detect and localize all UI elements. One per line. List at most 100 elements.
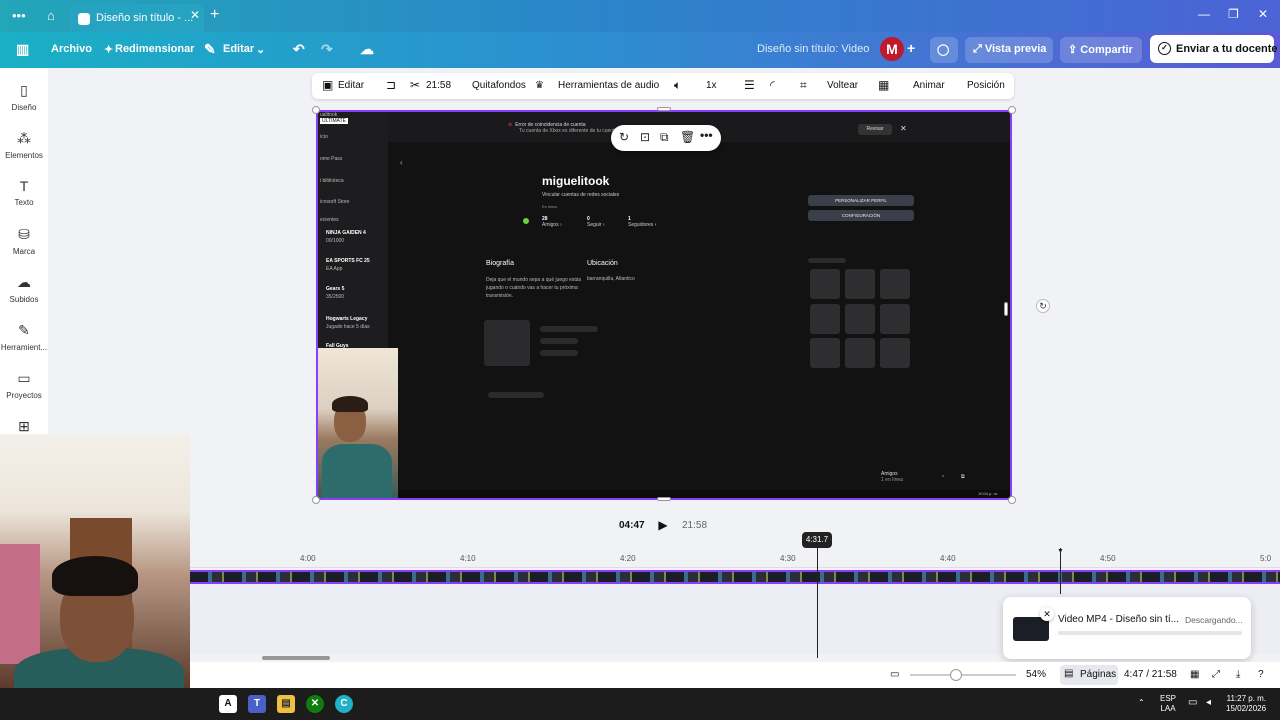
herramientas-audio-button[interactable]: Herramientas de audio — [558, 80, 659, 91]
resize-handle-top[interactable] — [657, 107, 671, 111]
fullscreen-icon[interactable]: ⤢ — [1212, 669, 1220, 680]
window-close-icon[interactable]: ✕ — [1258, 7, 1268, 21]
placeholder-line — [540, 338, 578, 344]
animar-button[interactable]: Animar — [913, 80, 945, 91]
notes-icon[interactable]: ▭ — [890, 669, 899, 680]
timeline-scrollbar[interactable] — [262, 656, 330, 660]
clock-time: 11:27 p. m. — [1226, 694, 1267, 703]
duplicate-icon[interactable]: ⧉ — [660, 130, 669, 145]
resize-handle-bottom[interactable] — [657, 497, 671, 501]
line-weight-icon[interactable]: ☰ — [744, 78, 755, 92]
sidebar-item-label: Subidos — [9, 295, 39, 304]
sidebar-items: ▯ Diseño ⁂ Elementos T Texto ⛁ Marca ☁ S… — [0, 68, 48, 438]
resize-handle-tr[interactable] — [1008, 106, 1016, 114]
download-icon[interactable]: ⤓ — [1236, 669, 1240, 680]
redimensionar-button[interactable]: Redimensionar — [115, 43, 194, 55]
trim-icon[interactable]: ⊐ — [386, 78, 396, 92]
document-title[interactable]: Diseño sin título: Video — [757, 43, 869, 55]
tray-chevron-icon[interactable]: ⌃ — [1138, 698, 1145, 707]
windows-taskbar: A T ▤ ✕ C ⌃ ESP LAA ▭ ◂ 11:27 p. m. 15/0… — [0, 688, 1280, 720]
sidebar-item-texto[interactable]: T Texto — [0, 178, 48, 207]
resize-handle-right[interactable] — [1004, 302, 1008, 316]
resize-handle-tl[interactable] — [312, 106, 320, 114]
sidebar-item-proyectos[interactable]: ▭ Proyectos — [0, 370, 48, 400]
sidebar-item-herramientas[interactable]: ✎ Herramient... — [0, 322, 48, 352]
posicion-button[interactable]: Posición — [967, 80, 1005, 91]
undo-icon[interactable]: ↶ — [293, 41, 305, 58]
speed-button[interactable]: 1x — [706, 80, 717, 91]
trash-icon[interactable]: 🗑︎ — [680, 130, 695, 144]
pages-button[interactable]: ▤ Páginas — [1060, 665, 1118, 685]
archivo-menu[interactable]: Archivo — [51, 43, 92, 55]
transparency-icon[interactable]: ▦ — [878, 78, 889, 92]
new-tab-icon[interactable]: + — [210, 6, 219, 24]
corner-rounding-icon[interactable]: ◜ — [770, 78, 775, 92]
browser-menu-icon[interactable]: ••• — [12, 8, 26, 23]
expand-icon: ⤢ — [973, 43, 985, 55]
maximize-icon[interactable]: ❐ — [1228, 7, 1239, 21]
font-app-icon[interactable]: A — [219, 695, 237, 713]
resize-handle-br[interactable] — [1008, 496, 1016, 504]
tab-close-icon[interactable]: ✕ — [190, 8, 200, 22]
scissors-icon[interactable]: ✂ — [410, 78, 420, 92]
home-icon[interactable]: ⌂ — [47, 8, 55, 23]
avatar[interactable]: M — [880, 37, 904, 61]
comments-button[interactable]: ◯ — [930, 37, 958, 63]
network-icon[interactable]: ▭ — [1188, 697, 1197, 708]
sidebar-item-label: Elementos — [5, 151, 43, 160]
vista-previa-button[interactable]: ⤢ Vista previa — [965, 37, 1053, 63]
toast-close-icon[interactable]: ✕ — [1040, 607, 1054, 621]
enviar-a-tu-docente-button[interactable]: ✓ Enviar a tu docente — [1150, 35, 1277, 63]
compartir-button[interactable]: ⇪ Compartir — [1060, 37, 1142, 63]
browser-tab-active[interactable]: Diseño sin título - ... — [70, 4, 204, 32]
placeholder-tile — [484, 320, 530, 366]
replace-icon[interactable]: ↻ — [619, 130, 629, 144]
zoom-slider-track[interactable] — [910, 674, 1016, 676]
sidebar-item-diseno[interactable]: ▯ Diseño — [0, 82, 48, 112]
sidebar-toggle-icon[interactable]: ▥ — [16, 41, 29, 58]
language-indicator[interactable]: ESP LAA — [1160, 694, 1176, 714]
redo-icon[interactable]: ↷ — [321, 41, 333, 58]
chevron-down-icon[interactable]: ⌄ — [256, 43, 265, 56]
zoom-slider-knob[interactable] — [950, 669, 962, 681]
pencil-icon: ✎ — [204, 41, 216, 57]
teams-icon[interactable]: T — [248, 695, 266, 713]
sidebar-item-label: Diseño — [11, 103, 37, 112]
marker-icon[interactable]: ▼ — [1057, 548, 1064, 555]
more-options-icon[interactable]: ••• — [700, 128, 713, 142]
sidebar-item-marca[interactable]: ⛁ Marca — [0, 226, 48, 256]
sidebar-item-subidos[interactable]: ☁ Subidos — [0, 274, 48, 304]
add-collaborator-icon[interactable]: + — [907, 40, 915, 56]
sidebar-item-elementos[interactable]: ⁂ Elementos — [0, 130, 48, 160]
quitafondos-button[interactable]: Quitafondos — [472, 80, 526, 91]
system-clock[interactable]: 11:27 p. m. 15/02/2026 — [1226, 694, 1266, 714]
voltear-button[interactable]: Voltear — [827, 80, 858, 91]
play-button[interactable]: ▶ — [653, 515, 673, 535]
file-explorer-icon[interactable]: ▤ — [277, 695, 295, 713]
zoom-level[interactable]: 54% — [1026, 669, 1046, 680]
volume-icon[interactable]: 🔈︎ — [674, 78, 681, 93]
editar-video-button[interactable]: Editar — [338, 80, 364, 91]
location-heading: Ubicación — [587, 260, 618, 267]
lock-icon[interactable]: ⊡ — [640, 130, 650, 144]
comment-icon: ◯ — [937, 44, 950, 56]
help-icon[interactable]: ? — [1258, 669, 1264, 680]
cloud-sync-icon[interactable]: ☁ — [360, 41, 374, 58]
achievement-tile — [810, 304, 840, 334]
rotate-icon[interactable]: ↻ — [1036, 299, 1050, 313]
video-clip-track[interactable] — [190, 570, 1280, 584]
canva-app-icon[interactable]: C — [335, 695, 353, 713]
video-frame-selected[interactable]: ualitook ULTIMATE ício ome Pass i biblio… — [316, 110, 1012, 500]
resize-handle-bl[interactable] — [312, 496, 320, 504]
crop-icon[interactable]: ⌗ — [800, 78, 807, 93]
xbox-nav-item: ome Pass — [320, 156, 343, 162]
editar-menu[interactable]: Editar — [223, 43, 254, 55]
duration-label[interactable]: 21:58 — [426, 80, 451, 91]
playhead[interactable] — [817, 548, 818, 658]
xbox-nav-item: ício — [320, 134, 328, 140]
grid-view-icon[interactable]: ▦ — [1190, 669, 1199, 680]
timeline-tick: 4:50 — [1100, 554, 1116, 563]
xbox-icon[interactable]: ✕ — [306, 695, 324, 713]
volume-tray-icon[interactable]: ◂ — [1206, 697, 1211, 708]
minimize-icon[interactable]: — — [1198, 7, 1210, 21]
